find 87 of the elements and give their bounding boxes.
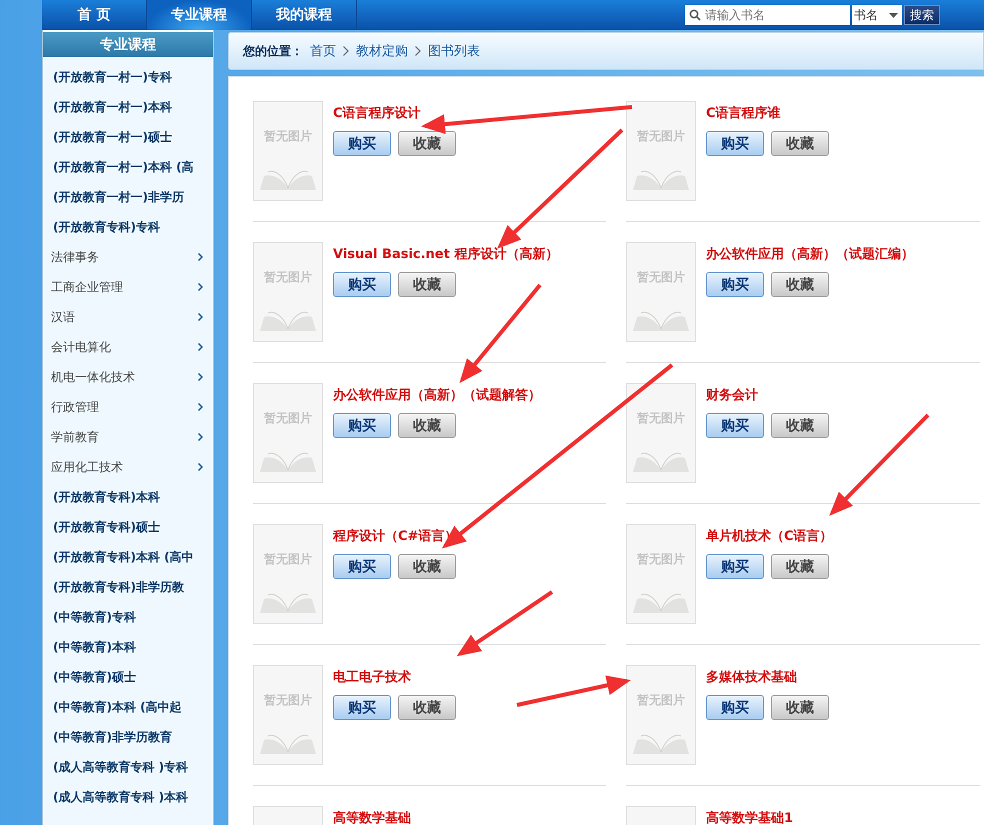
search-button[interactable]: 搜索 [904, 5, 940, 25]
book-title[interactable]: 办公软件应用（高新）（试题汇编） [706, 245, 914, 263]
open-book-icon [633, 732, 689, 756]
open-book-icon [633, 168, 689, 192]
breadcrumb-label: 您的位置： [243, 42, 303, 60]
open-book-icon [260, 450, 316, 474]
chevron-right-icon [198, 253, 203, 261]
sidebar-item[interactable]: 法律事务 [43, 242, 213, 272]
book-title[interactable]: 多媒体技术基础 [706, 668, 829, 686]
favorite-button[interactable]: 收藏 [771, 272, 829, 297]
sidebar-item[interactable]: (中等教育)本科 [43, 632, 213, 662]
favorite-button[interactable]: 收藏 [398, 413, 456, 438]
favorite-button[interactable]: 收藏 [398, 695, 456, 720]
favorite-button[interactable]: 收藏 [398, 272, 456, 297]
sidebar-item[interactable]: 应用化工技术 [43, 452, 213, 482]
nav-tab[interactable]: 我的课程 [252, 0, 357, 30]
buy-button[interactable]: 购买 [333, 695, 391, 720]
open-book-icon [633, 591, 689, 615]
open-book-icon [260, 168, 316, 192]
book-title[interactable]: 高等数学基础1 [706, 809, 794, 825]
chevron-right-icon [198, 463, 203, 471]
nav-tab[interactable]: 专业课程 [147, 0, 252, 30]
buy-button[interactable]: 购买 [333, 272, 391, 297]
buy-button[interactable]: 购买 [333, 554, 391, 579]
sidebar-item[interactable]: (开放教育专科)非学历教 [43, 572, 213, 602]
buy-button[interactable]: 购买 [706, 131, 764, 156]
chevron-right-icon [343, 46, 349, 56]
sidebar-item[interactable]: (中等教育)本科 (高中起 [43, 692, 213, 722]
sidebar-item[interactable]: (开放教育一村一)非学历 [43, 182, 213, 212]
sidebar-item[interactable]: (中等教育)专科 [43, 602, 213, 632]
sidebar-item[interactable]: 汉语 [43, 302, 213, 332]
favorite-button[interactable]: 收藏 [398, 131, 456, 156]
open-book-icon [633, 450, 689, 474]
breadcrumb-link[interactable]: 首页 [310, 42, 336, 60]
sidebar-item[interactable]: (开放教育一村一)硕士 [43, 122, 213, 152]
sidebar-item[interactable]: (开放教育一村一)本科 (高 [43, 152, 213, 182]
sidebar-item[interactable]: (开放教育一村一)本科 [43, 92, 213, 122]
sidebar-item[interactable]: (成人高等教育专科 )本科 [43, 782, 213, 812]
sidebar-item[interactable]: (中等教育)硕士 [43, 662, 213, 692]
chevron-right-icon [198, 313, 203, 321]
search-type-dropdown[interactable]: 书名 [852, 5, 902, 25]
caret-icon [889, 12, 898, 18]
sidebar-item[interactable]: (开放教育一村一)专科 [43, 62, 213, 92]
book-title[interactable]: Visual Basic.net 程序设计（高新） [333, 245, 558, 263]
sidebar-item[interactable]: 行政管理 [43, 392, 213, 422]
favorite-button[interactable]: 收藏 [771, 554, 829, 579]
sidebar-item[interactable]: 工商企业管理 [43, 272, 213, 302]
book-title[interactable]: C语言程序谁 [706, 104, 829, 122]
sidebar-item[interactable]: (开放教育专科)专科 [43, 212, 213, 242]
sidebar-item[interactable]: (中等教育)非学历教育 [43, 722, 213, 752]
breadcrumb-link[interactable]: 教材定购 [356, 42, 408, 60]
buy-button[interactable]: 购买 [706, 272, 764, 297]
buy-button[interactable]: 购买 [333, 131, 391, 156]
open-book-icon [260, 309, 316, 333]
favorite-button[interactable]: 收藏 [398, 554, 456, 579]
book-title[interactable]: 电工电子技术 [333, 668, 456, 686]
book-title[interactable]: 单片机技术（C语言） [706, 527, 833, 545]
favorite-button[interactable]: 收藏 [771, 413, 829, 438]
breadcrumb-link[interactable]: 图书列表 [428, 42, 480, 60]
open-book-icon [260, 732, 316, 756]
sidebar-item[interactable]: 会计电算化 [43, 332, 213, 362]
chevron-right-icon [198, 403, 203, 411]
book-title[interactable]: 办公软件应用（高新）（试题解答） [333, 386, 541, 404]
chevron-right-icon [198, 343, 203, 351]
sidebar-item[interactable]: (成人高等教育专科 )专科 [43, 752, 213, 782]
buy-button[interactable]: 购买 [706, 695, 764, 720]
search-field[interactable]: 请输入书名 [685, 5, 850, 25]
chevron-right-icon [198, 373, 203, 381]
sidebar-title: 专业课程 [43, 32, 213, 57]
buy-button[interactable]: 购买 [333, 413, 391, 438]
buy-button[interactable]: 购买 [706, 413, 764, 438]
chevron-right-icon [198, 283, 203, 291]
book-title[interactable]: 高等数学基础 [333, 809, 411, 825]
buy-button[interactable]: 购买 [706, 554, 764, 579]
sidebar-item[interactable]: (开放教育专科)本科 (高中 [43, 542, 213, 572]
sidebar-item[interactable]: (开放教育专科)本科 [43, 482, 213, 512]
open-book-icon [633, 309, 689, 333]
book-title[interactable]: C语言程序设计 [333, 104, 456, 122]
sidebar-item[interactable]: 机电一体化技术 [43, 362, 213, 392]
sidebar-item[interactable]: (开放教育专科)硕士 [43, 512, 213, 542]
chevron-right-icon [415, 46, 421, 56]
sidebar-item[interactable]: 学前教育 [43, 422, 213, 452]
favorite-button[interactable]: 收藏 [771, 131, 829, 156]
open-book-icon [260, 591, 316, 615]
favorite-button[interactable]: 收藏 [771, 695, 829, 720]
chevron-right-icon [198, 433, 203, 441]
book-title[interactable]: 财务会计 [706, 386, 829, 404]
